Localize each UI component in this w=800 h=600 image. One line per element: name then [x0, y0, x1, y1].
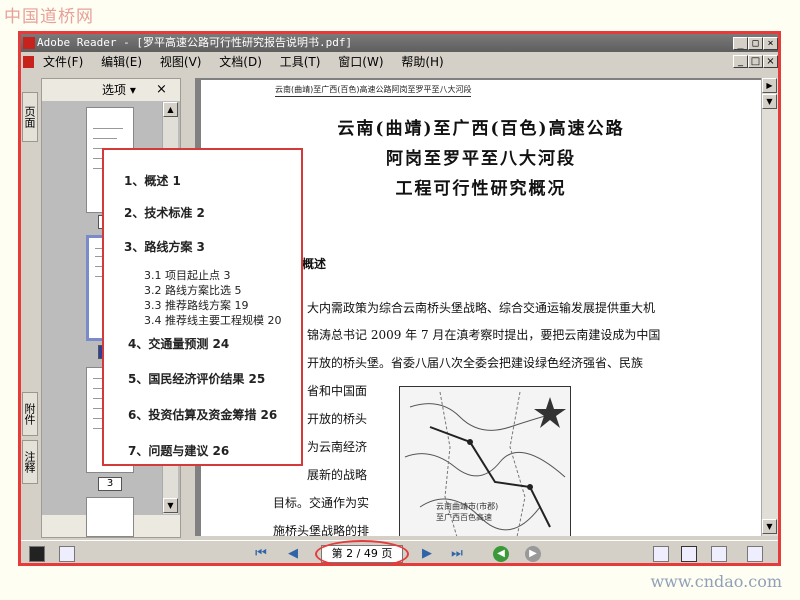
toc-subentry[interactable]: 3.2 路线方案比选 5 — [144, 282, 242, 298]
doc-restore-button[interactable]: □ — [748, 55, 763, 68]
page-thumbnail-4[interactable] — [86, 497, 134, 537]
body-line: 目标。交通作为实 — [273, 496, 370, 510]
body-line: 锦涛总书记 2009 年 7 月在滇考察时提出，要把云南建设成为中国 — [307, 328, 661, 342]
toc-entry[interactable]: 4、交通量预测 24 — [128, 335, 229, 352]
last-page-icon[interactable]: ⏭ — [449, 546, 465, 562]
menu-bar: 文件(F) 编辑(E) 视图(V) 文档(D) 工具(T) 窗口(W) 帮助(H… — [21, 53, 778, 71]
toc-entry[interactable]: 3、路线方案 3 — [124, 238, 205, 255]
scroll-right-icon[interactable]: ▶ — [762, 78, 777, 93]
first-page-icon[interactable]: ⏮ — [253, 546, 269, 562]
table-of-contents-overlay: 1、概述 1 2、技术标准 2 3、路线方案 3 3.1 项目起止点 3 3.2… — [102, 148, 303, 466]
map-label: 云南曲靖市(市郡) — [436, 502, 499, 511]
page-size-icon[interactable] — [59, 546, 75, 562]
body-line: 施桥头堡战略的排 — [273, 524, 370, 536]
body-line: 大内需政策为综合云南桥头堡战略、综合交通运输发展提供重大机 — [307, 301, 656, 315]
menu-file[interactable]: 文件(F) — [43, 53, 83, 71]
title-line-1: 云南(曲靖)至广西(百色)高速公路 — [337, 119, 625, 139]
prev-page-icon[interactable]: ◀ — [285, 546, 301, 562]
options-menu[interactable]: 选项 ▾ — [102, 79, 136, 101]
body-line: 开放的桥头 — [307, 412, 368, 426]
toc-entry[interactable]: 7、问题与建议 26 — [128, 442, 229, 459]
document-icon — [23, 56, 34, 68]
view-icon[interactable] — [29, 546, 45, 562]
menu-help[interactable]: 帮助(H) — [401, 53, 443, 71]
toc-subentry[interactable]: 3.4 推荐线主要工程规模 20 — [144, 312, 281, 328]
facing-icon[interactable] — [711, 546, 727, 562]
continuous-facing-icon[interactable] — [747, 546, 763, 562]
menu-edit[interactable]: 编辑(E) — [101, 53, 142, 71]
document-scrollbar[interactable]: ▶ ▼ ▼ — [761, 78, 778, 536]
scroll-up-icon[interactable]: ▲ — [163, 102, 178, 117]
close-panel-button[interactable]: × — [156, 79, 167, 101]
toc-entry[interactable]: 2、技术标准 2 — [124, 204, 205, 221]
toc-subentry[interactable]: 3.1 项目起止点 3 — [144, 267, 231, 283]
body-line: 为云南经济 — [307, 440, 368, 454]
adobe-reader-icon — [23, 37, 35, 49]
continuous-icon[interactable] — [681, 546, 697, 562]
single-page-icon[interactable] — [653, 546, 669, 562]
forward-icon[interactable]: ▶ — [525, 546, 541, 562]
toc-entry[interactable]: 6、投资估算及资金筹措 26 — [128, 406, 277, 423]
section-heading: 概述 — [302, 257, 327, 271]
close-button[interactable]: × — [763, 37, 778, 50]
running-header: 云南(曲靖)至广西(百色)高速公路阿岗至罗平至八大河段 — [275, 84, 472, 97]
site-watermark: 中国道桥网 — [4, 7, 94, 27]
next-page-icon[interactable]: ▶ — [419, 546, 435, 562]
tab-attachments[interactable]: 附件 — [22, 392, 38, 436]
menu-window[interactable]: 窗口(W) — [338, 53, 383, 71]
minimize-button[interactable]: _ — [733, 37, 748, 50]
body-line: 展新的战略 — [307, 468, 368, 482]
doc-minimize-button[interactable]: _ — [733, 55, 748, 68]
tab-comments[interactable]: 注释 — [22, 440, 38, 484]
title-bar: Adobe Reader - [罗平高速公路可行性研究报告说明书.pdf] _ … — [21, 34, 778, 52]
body-line: 省和中国面 — [307, 384, 368, 398]
scroll-down-icon[interactable]: ▼ — [163, 498, 178, 513]
map-label: 至广西百色高速 — [436, 513, 492, 522]
url-watermark: www.cndao.com — [650, 572, 782, 591]
route-map-image: 云南曲靖市(市郡) 至广西百色高速 — [399, 386, 571, 536]
navigation-tabs: 页面 附件 注释 — [21, 74, 39, 534]
toc-subentry[interactable]: 3.3 推荐路线方案 19 — [144, 297, 248, 313]
menu-tools[interactable]: 工具(T) — [280, 53, 321, 71]
thumb-label-3: 3 — [98, 477, 122, 491]
menu-document[interactable]: 文档(D) — [219, 53, 262, 71]
body-line: 开放的桥头堡。省委八届八次全委会把建设绿色经济强省、民族 — [307, 356, 644, 370]
status-toolbar: ⏮ ◀ 第 2 / 49 页 ▶ ⏭ ◀ ▶ — [21, 540, 778, 563]
doc-close-button[interactable]: × — [763, 55, 778, 68]
back-icon[interactable]: ◀ — [493, 546, 509, 562]
scroll-down-icon[interactable]: ▼ — [762, 519, 777, 534]
menu-view[interactable]: 视图(V) — [160, 53, 202, 71]
window-title: Adobe Reader - [罗平高速公路可行性研究报告说明书.pdf] — [37, 36, 353, 49]
highlight-ellipse — [315, 540, 409, 563]
maximize-button[interactable]: □ — [748, 37, 763, 50]
toc-entry[interactable]: 1、概述 1 — [124, 172, 181, 189]
pages-panel-header: 选项 ▾ × — [42, 79, 180, 101]
scroll-down-icon[interactable]: ▼ — [762, 94, 777, 109]
toc-entry[interactable]: 5、国民经济评价结果 25 — [128, 370, 265, 387]
tab-pages[interactable]: 页面 — [22, 92, 38, 142]
